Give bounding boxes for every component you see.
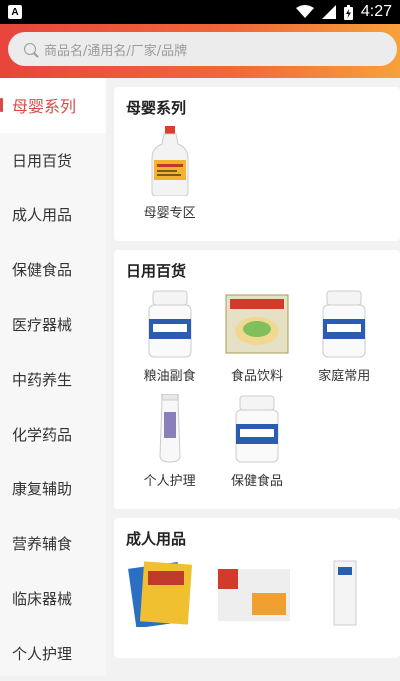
section-title: 母婴系列 <box>126 99 187 117</box>
category-tile[interactable]: 家庭常用 <box>301 289 388 394</box>
header: 商品名/通用名/厂家/品牌 <box>0 24 400 78</box>
tube-image <box>135 394 205 464</box>
sidebar-item-adult-products[interactable]: 成人用品 <box>0 188 106 243</box>
search-placeholder: 商品名/通用名/厂家/品牌 <box>44 43 188 59</box>
battery-icon <box>343 4 353 20</box>
search-icon <box>24 43 36 55</box>
tile-label: 粮油副食 <box>143 369 196 384</box>
tile-label: 家庭常用 <box>318 369 371 384</box>
tile-label: 母婴专区 <box>143 206 196 221</box>
sidebar-item-nutrition[interactable]: 营养辅食 <box>0 516 106 571</box>
sidebar-item-label: 中药养生 <box>12 370 73 389</box>
clock: 4:27 <box>360 3 392 20</box>
sidebar-item-label: 医疗器械 <box>12 316 73 335</box>
section-title: 日用百货 <box>126 262 187 280</box>
sidebar-item-label: 化学药品 <box>12 425 73 444</box>
sidebar-item-chemical-drugs[interactable]: 化学药品 <box>0 407 106 462</box>
sidebar-item-tcm-wellness[interactable]: 中药养生 <box>0 352 106 407</box>
section-grid: 母婴专区 <box>126 126 388 231</box>
wifi-icon <box>295 5 314 18</box>
tile-label: 保健食品 <box>230 474 283 489</box>
section-grid <box>126 557 388 631</box>
pill-bottle-image <box>309 289 379 359</box>
sidebar-item-label: 母婴系列 <box>12 97 77 117</box>
sidebar-item-label: 营养辅食 <box>12 535 73 554</box>
category-content: 母婴系列 母婴专区 日用百货 粮油副食 食品饮料 家庭常用 个人护理 保健食品 … <box>114 78 400 676</box>
food-package-image <box>222 289 292 359</box>
signal-icon <box>321 5 336 19</box>
sidebar-item-label: 个人护理 <box>12 644 73 663</box>
category-tile[interactable]: 保健食品 <box>213 394 300 499</box>
sidebar-item-medical-devices[interactable]: 医疗器械 <box>0 297 106 352</box>
category-tile[interactable]: 个人护理 <box>126 394 213 499</box>
sidebar-item-personal-care[interactable]: 个人护理 <box>0 626 106 681</box>
tile-label: 食品饮料 <box>230 369 283 384</box>
sidebar-item-health-food[interactable]: 保健食品 <box>0 242 106 297</box>
status-bar: A 4:27 <box>0 0 400 24</box>
section-maternal-baby: 母婴系列 母婴专区 <box>114 87 400 241</box>
section-daily-goods: 日用百货 粮油副食 食品饮料 家庭常用 个人护理 保健食品 <box>114 250 400 509</box>
app-notification-icon: A <box>8 5 22 19</box>
sidebar-item-label: 康复辅助 <box>12 480 73 499</box>
sidebar-item-label: 日用百货 <box>12 151 73 170</box>
sidebar-item-clinical-devices[interactable]: 临床器械 <box>0 571 106 626</box>
sidebar-item-rehab-aids[interactable]: 康复辅助 <box>0 462 106 517</box>
product-box-image[interactable] <box>216 557 292 631</box>
section-adult-products: 成人用品 <box>114 518 400 658</box>
section-grid: 粮油副食 食品饮料 家庭常用 个人护理 保健食品 <box>126 289 388 499</box>
sidebar-item-label: 临床器械 <box>12 590 73 609</box>
search-input[interactable]: 商品名/通用名/厂家/品牌 <box>8 32 397 66</box>
sidebar-item-label: 保健食品 <box>12 261 73 280</box>
category-tile[interactable]: 粮油副食 <box>126 289 213 394</box>
pill-bottle-image <box>222 394 292 464</box>
sidebar-item-maternal-baby[interactable]: 母婴系列 <box>0 78 106 133</box>
pill-bottle-image <box>135 289 205 359</box>
product-box-image[interactable] <box>128 557 194 631</box>
category-sidebar: 母婴系列 日用百货 成人用品 保健食品 医疗器械 中药养生 化学药品 康复辅助 … <box>0 78 106 676</box>
sidebar-item-daily-goods[interactable]: 日用百货 <box>0 133 106 188</box>
sidebar-item-label: 成人用品 <box>12 206 73 225</box>
category-tile[interactable]: 母婴专区 <box>126 126 213 231</box>
tile-label: 个人护理 <box>143 474 196 489</box>
section-title: 成人用品 <box>126 530 187 548</box>
bottle-image <box>135 126 205 196</box>
product-box-image[interactable] <box>314 557 374 631</box>
category-tile[interactable]: 食品饮料 <box>213 289 300 394</box>
